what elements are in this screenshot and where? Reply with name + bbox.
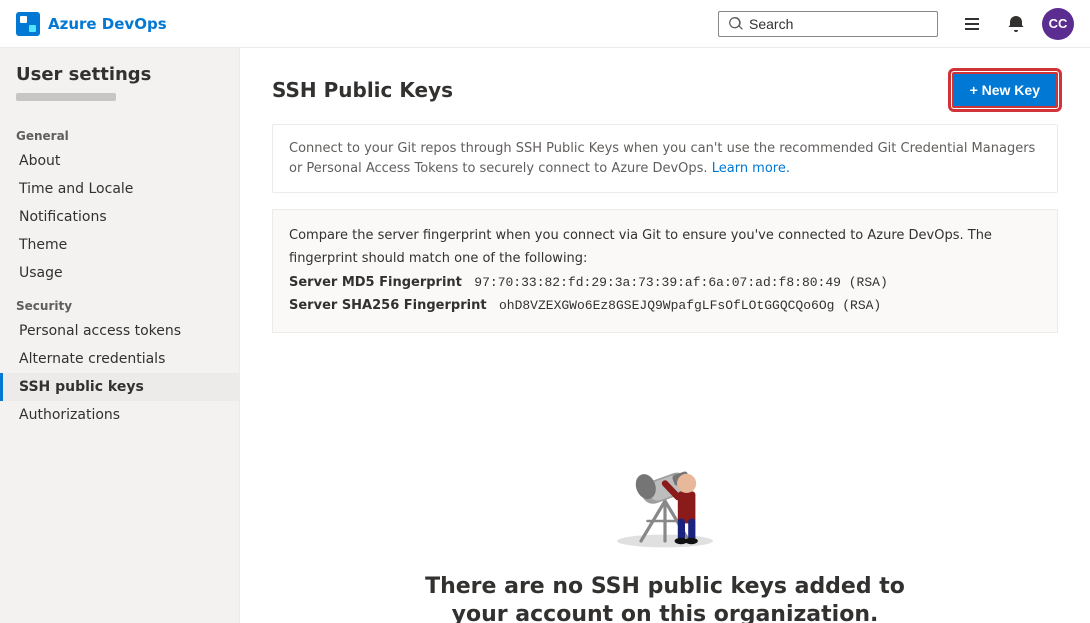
search-icon: [729, 17, 743, 31]
sidebar-section-general: General: [0, 117, 239, 147]
logo-icon: [16, 12, 40, 36]
main-content: SSH Public Keys + New Key Connect to you…: [240, 48, 1090, 623]
page-header: SSH Public Keys + New Key: [272, 72, 1058, 108]
bell-icon: [1008, 16, 1024, 32]
info-description: Connect to your Git repos through SSH Pu…: [289, 139, 1041, 178]
new-key-button[interactable]: + New Key: [952, 72, 1058, 108]
topnav-actions: CC: [954, 6, 1074, 42]
list-icon-button[interactable]: [954, 6, 990, 42]
fingerprint-sha256: Server SHA256 Fingerprint ohD8VZEXGWo6Ez…: [289, 294, 1041, 317]
sidebar-title: User settings: [0, 64, 239, 93]
sidebar: User settings General About Time and Loc…: [0, 48, 240, 623]
fingerprint-box: Compare the server fingerprint when you …: [272, 209, 1058, 333]
fingerprint-sha256-value: ohD8VZEXGWo6Ez8GSEJQ9WpafgLFsOfLOtGGQCQo…: [499, 298, 881, 313]
user-avatar[interactable]: CC: [1042, 8, 1074, 40]
sidebar-item-ssh-public-keys[interactable]: SSH public keys: [0, 373, 239, 401]
sidebar-user-placeholder: [16, 93, 116, 101]
sidebar-item-theme[interactable]: Theme: [0, 231, 239, 259]
learn-more-link[interactable]: Learn more.: [712, 161, 790, 176]
list-icon: [964, 16, 980, 32]
search-box[interactable]: [718, 11, 938, 37]
sidebar-item-alternate-credentials[interactable]: Alternate credentials: [0, 345, 239, 373]
telescope-illustration: [585, 389, 745, 549]
fingerprint-intro: Compare the server fingerprint when you …: [289, 224, 1041, 271]
app-logo: Azure DevOps: [16, 12, 167, 36]
fingerprint-md5: Server MD5 Fingerprint 97:70:33:82:fd:29…: [289, 271, 1041, 294]
sidebar-item-time-locale[interactable]: Time and Locale: [0, 175, 239, 203]
main-layout: User settings General About Time and Loc…: [0, 48, 1090, 623]
notification-icon-button[interactable]: [998, 6, 1034, 42]
page-title: SSH Public Keys: [272, 78, 453, 102]
fingerprint-md5-value: 97:70:33:82:fd:29:3a:73:39:af:6a:07:ad:f…: [474, 275, 887, 290]
empty-state-title: There are no SSH public keys added to yo…: [425, 573, 905, 623]
sidebar-item-personal-access-tokens[interactable]: Personal access tokens: [0, 317, 239, 345]
sidebar-section-security: Security: [0, 287, 239, 317]
sidebar-item-usage[interactable]: Usage: [0, 259, 239, 287]
info-box: Connect to your Git repos through SSH Pu…: [272, 124, 1058, 193]
sidebar-item-about[interactable]: About: [0, 147, 239, 175]
search-input[interactable]: [749, 16, 927, 32]
top-navigation: Azure DevOps CC: [0, 0, 1090, 48]
sidebar-item-authorizations[interactable]: Authorizations: [0, 401, 239, 429]
app-name: Azure DevOps: [48, 15, 167, 33]
sidebar-item-notifications[interactable]: Notifications: [0, 203, 239, 231]
empty-state: There are no SSH public keys added to yo…: [272, 349, 1058, 623]
